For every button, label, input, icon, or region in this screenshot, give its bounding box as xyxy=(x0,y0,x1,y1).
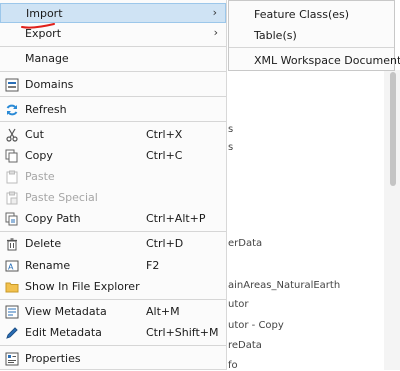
menu-item-domains[interactable]: Domains xyxy=(0,75,226,95)
menu-item-label: Delete xyxy=(25,237,62,250)
menu-item-label: Refresh xyxy=(25,103,67,116)
chevron-right-icon: › xyxy=(213,26,218,39)
menu-item-shortcut: Alt+M xyxy=(146,305,180,318)
edit-metadata-icon xyxy=(6,327,18,339)
submenu-item-tables[interactable]: Table(s) xyxy=(229,26,394,46)
paste-icon xyxy=(6,170,18,184)
menu-item-label: Show In File Explorer xyxy=(25,280,140,293)
menu-item-properties[interactable]: Properties xyxy=(0,349,226,369)
menu-item-label: Domains xyxy=(25,78,74,91)
menu-item-delete[interactable]: Delete Ctrl+D xyxy=(0,234,226,254)
background-list-item: utor xyxy=(228,299,249,310)
menu-item-export[interactable]: Export › xyxy=(0,24,226,44)
menu-item-shortcut: Ctrl+Alt+P xyxy=(146,212,206,225)
properties-icon xyxy=(5,352,19,366)
menu-item-label: Properties xyxy=(25,352,81,365)
menu-item-shortcut: F2 xyxy=(146,259,160,272)
domains-icon xyxy=(5,78,19,92)
trash-icon xyxy=(7,238,17,251)
scrollbar-thumb[interactable] xyxy=(390,72,396,186)
menu-item-copy[interactable]: Copy Ctrl+C xyxy=(0,146,226,166)
background-list-item: fo xyxy=(228,360,238,371)
background-list-item: utor - Copy xyxy=(228,320,284,331)
menu-item-label: Copy xyxy=(25,149,53,162)
menu-item-cut[interactable]: Cut Ctrl+X xyxy=(0,125,226,145)
submenu-item-label: XML Workspace Document xyxy=(254,54,400,67)
rename-icon: A xyxy=(5,260,19,272)
copy-icon xyxy=(5,149,18,163)
menu-item-label: Manage xyxy=(25,52,69,65)
menu-item-shortcut: Ctrl+Shift+M xyxy=(146,326,219,339)
background-list-item: ainAreas_NaturalEarth xyxy=(228,280,341,291)
menu-item-paste: Paste xyxy=(0,167,226,187)
menu-item-copy-path[interactable]: Copy Path Ctrl+Alt+P xyxy=(0,209,226,229)
menu-item-paste-special: Paste Special xyxy=(0,188,226,208)
menu-item-edit-metadata[interactable]: Edit Metadata Ctrl+Shift+M xyxy=(0,323,226,343)
menu-item-view-metadata[interactable]: View Metadata Alt+M xyxy=(0,302,226,322)
submenu-item-xml-workspace-document[interactable]: XML Workspace Document xyxy=(229,51,400,71)
menu-item-label: Paste Special xyxy=(25,191,98,204)
menu-separator xyxy=(0,121,226,122)
menu-item-manage[interactable]: Manage xyxy=(0,49,226,69)
folder-icon xyxy=(5,282,19,293)
menu-item-shortcut: Ctrl+C xyxy=(146,149,183,162)
menu-item-rename[interactable]: A Rename F2 xyxy=(0,256,226,276)
view-metadata-icon xyxy=(5,305,19,319)
menu-item-label: View Metadata xyxy=(25,305,107,318)
submenu-item-label: Feature Class(es) xyxy=(254,8,350,21)
background-list-item: reData xyxy=(228,340,262,351)
paste-special-icon xyxy=(6,191,18,205)
menu-separator xyxy=(0,299,226,300)
menu-separator xyxy=(0,96,226,97)
background-list-item: erData xyxy=(228,238,263,249)
menu-separator xyxy=(0,345,226,346)
menu-item-shortcut: Ctrl+D xyxy=(146,237,184,250)
menu-item-label: Edit Metadata xyxy=(25,326,102,339)
menu-separator xyxy=(0,231,226,232)
menu-item-show-in-file-explorer[interactable]: Show In File Explorer xyxy=(0,277,226,297)
menu-item-label: Cut xyxy=(25,128,44,141)
svg-text:A: A xyxy=(8,263,14,272)
submenu-item-feature-classes[interactable]: Feature Class(es) xyxy=(229,5,394,25)
menu-item-label: Export xyxy=(25,27,62,40)
menu-separator xyxy=(229,47,394,48)
menu-item-label: Paste xyxy=(25,170,55,183)
background-list: s s erData ainAreas_NaturalEarth utor ut… xyxy=(228,120,400,371)
scissors-icon xyxy=(6,128,18,142)
copy-path-icon xyxy=(5,212,18,226)
menu-separator xyxy=(0,46,226,47)
menu-item-label: Import xyxy=(26,7,63,20)
submenu-item-label: Table(s) xyxy=(254,29,297,42)
menu-item-import[interactable]: Import › xyxy=(0,3,226,23)
menu-item-label: Rename xyxy=(25,259,71,272)
chevron-right-icon: › xyxy=(212,6,217,19)
background-list-item: s xyxy=(228,124,234,135)
menu-item-shortcut: Ctrl+X xyxy=(146,128,183,141)
background-list-item: s xyxy=(228,142,234,153)
refresh-icon xyxy=(6,104,18,116)
menu-item-label: Copy Path xyxy=(25,212,81,225)
import-submenu: Feature Class(es) Table(s) XML Workspace… xyxy=(228,0,400,71)
menu-separator xyxy=(0,71,226,72)
menu-item-refresh[interactable]: Refresh xyxy=(0,100,226,120)
context-menu: Import › Export › Manage Domains Refresh xyxy=(0,0,227,370)
